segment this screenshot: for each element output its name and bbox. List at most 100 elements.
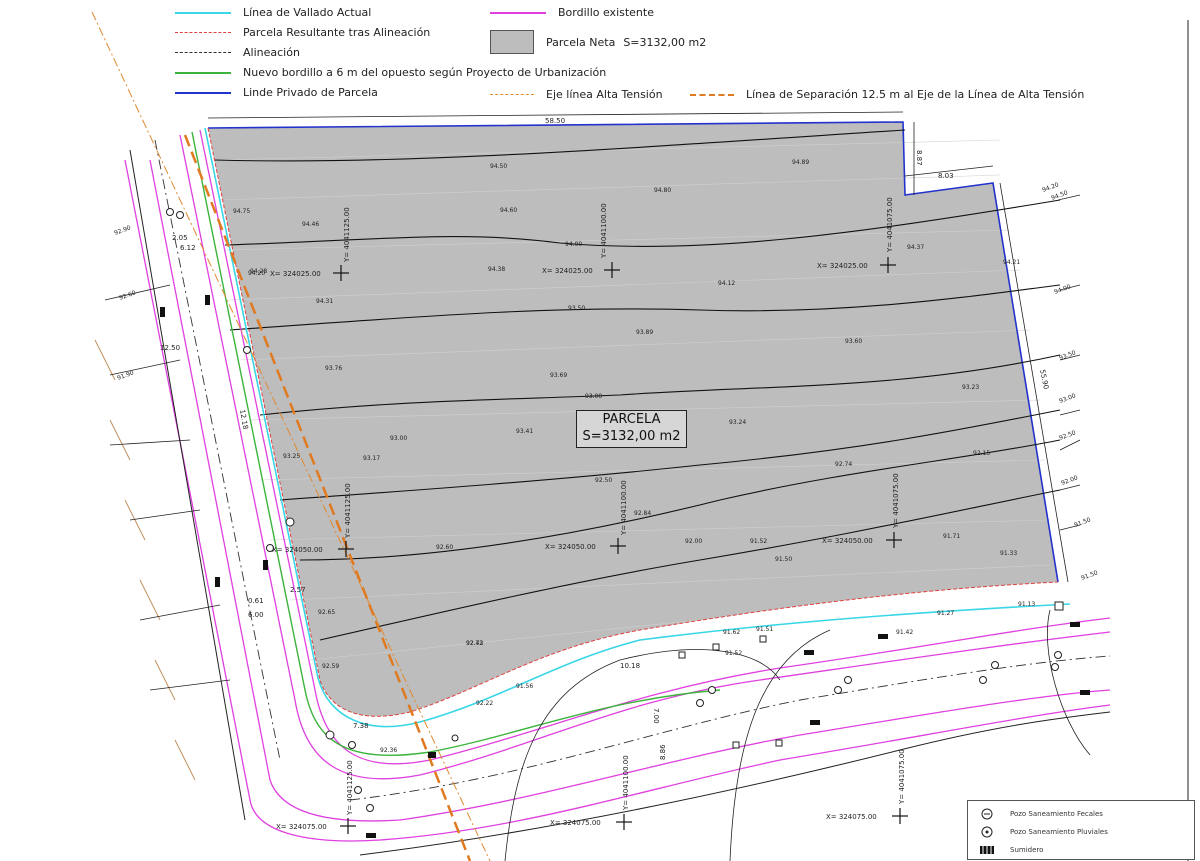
grid-y-label: Y= 4041100.00 — [620, 480, 628, 536]
grid-cross — [892, 808, 908, 824]
grid-x-label: X= 324075.00 — [276, 823, 327, 831]
key-label: Sumidero — [1010, 846, 1044, 854]
grid-x-label: X= 324025.00 — [542, 267, 593, 275]
spot-elevation: 94.38 — [488, 266, 505, 273]
spot-elevation: 93.24 — [729, 419, 746, 426]
spot-elevation: 92.74 — [835, 461, 852, 468]
spot-elevation: 92.59 — [322, 663, 339, 670]
spot-elevation: 92.65 — [318, 609, 335, 616]
symbol-key: Pozo Saneamiento Fecales Pozo Saneamient… — [967, 800, 1195, 860]
level-label: 92.50 — [595, 477, 612, 484]
spot-elevation: 94.31 — [316, 298, 333, 305]
spot-elevation: 92.15 — [973, 450, 990, 457]
spot-elevation: 93.89 — [636, 329, 653, 336]
sumidero-icon — [980, 843, 994, 857]
spot-elevation: 93.76 — [325, 365, 342, 372]
spot-elevation: 92.60 — [436, 544, 453, 551]
spot-elevation: 91.62 — [723, 629, 740, 636]
dim-road-b: 7.00 — [652, 708, 660, 724]
level-label: 92.60 — [118, 289, 137, 302]
spot-elevation: 92.36 — [380, 747, 397, 754]
grid-y-label: Y= 4041100.00 — [600, 203, 608, 259]
level-label: 91.50 — [775, 556, 792, 563]
grid-x-label: X= 324075.00 — [550, 819, 601, 827]
level-label: 92.00 — [685, 538, 702, 545]
parcel-title: PARCELA — [602, 412, 661, 427]
spot-elevation: 94.46 — [302, 221, 319, 228]
spot-elevation: 94.75 — [233, 208, 250, 215]
parcel-area: S=3132,00 m2 — [582, 429, 681, 444]
grid-y-label: Y= 4041125.00 — [343, 207, 351, 263]
grid-y-label: Y= 4041100.00 — [622, 755, 630, 811]
level-label: 94.00 — [565, 241, 582, 248]
dim-road-c: 8.86 — [659, 744, 667, 760]
spot-elevation: 94.80 — [654, 187, 671, 194]
hv-tick-marks — [94, 339, 196, 781]
spot-elevation: 91.52 — [750, 538, 767, 545]
spot-elevation: 91.27 — [937, 610, 954, 617]
level-label: 91.50 — [1073, 516, 1092, 529]
spot-elevation: 92.43 — [466, 640, 483, 647]
level-label: 91.50 — [1080, 569, 1099, 582]
spot-elevation: 91.71 — [943, 533, 960, 540]
dim-left-e: 6.00 — [248, 611, 264, 619]
spot-elevation: 94.37 — [907, 244, 924, 251]
grid-y-label: Y= 4041125.00 — [344, 483, 352, 539]
spot-elevation: 94.21 — [1003, 259, 1020, 266]
key-fecales: Pozo Saneamiento Fecales — [980, 807, 1103, 821]
dim-left-a: 2.05 — [172, 234, 188, 242]
key-label: Pozo Saneamiento Pluviales — [1010, 828, 1108, 836]
level-label: 94.50 — [490, 163, 507, 170]
spot-elevation: 93.25 — [283, 453, 300, 460]
spot-elevation: 93.00 — [390, 435, 407, 442]
key-sumidero: Sumidero — [980, 843, 1043, 857]
grid-y-label: Y= 4041075.00 — [892, 473, 900, 529]
spot-elevation: 93.23 — [962, 384, 979, 391]
spot-elevation: 92.22 — [476, 700, 493, 707]
level-label: 93.50 — [1058, 349, 1077, 362]
spot-elevation: 93.60 — [845, 338, 862, 345]
key-pluviales: Pozo Saneamiento Pluviales — [980, 825, 1108, 839]
key-label: Pozo Saneamiento Fecales — [1010, 810, 1103, 818]
level-label: 93.00 — [1058, 392, 1077, 405]
spot-elevation: 91.42 — [896, 629, 913, 636]
dim-left-b: 6.12 — [180, 244, 196, 252]
parcel-label-box: PARCELA S=3132,00 m2 — [576, 410, 687, 448]
grid-y-label: Y= 4041075.00 — [886, 197, 894, 253]
dim-notch-v: 8.87 — [915, 150, 923, 166]
dim-right: 55.90 — [1038, 369, 1050, 390]
grid-y-label: Y= 4041125.00 — [346, 760, 354, 816]
grid-x-label: X= 324050.00 — [822, 537, 873, 545]
dim-notch-h: 8.03 — [938, 172, 954, 180]
dim-road-a: 10.18 — [620, 662, 640, 670]
spot-elevation: 91.33 — [1000, 550, 1017, 557]
level-label: 92.00 — [1060, 474, 1079, 487]
spot-elevation: 94.20 — [248, 270, 265, 277]
grid-x-label: X= 324075.00 — [826, 813, 877, 821]
grid-y-label: Y= 4041075.00 — [898, 749, 906, 805]
dim-road-e: 2.57 — [290, 586, 306, 594]
level-label: 91.90 — [116, 369, 135, 382]
dim-left-d: 0.61 — [248, 597, 264, 605]
level-label: 92.90 — [113, 224, 132, 237]
spot-elevation: 94.60 — [500, 207, 517, 214]
grid-x-label: X= 324025.00 — [817, 262, 868, 270]
spot-elevation: 94.12 — [718, 280, 735, 287]
grid-x-label: X= 324050.00 — [545, 543, 596, 551]
dim-left-c: 12.50 — [160, 344, 180, 352]
level-label: 92.50 — [1058, 429, 1077, 442]
level-label: 93.50 — [568, 305, 585, 312]
grid-x-label: X= 324025.00 — [270, 270, 321, 278]
dim-corner: 7.38 — [353, 722, 369, 730]
spot-elevation: 92.84 — [634, 510, 651, 517]
spot-elevation: 94.89 — [792, 159, 809, 166]
spot-elevation: 91.52 — [725, 650, 742, 657]
spot-elevation: 91.56 — [516, 683, 533, 690]
fecales-manhole-icon — [980, 807, 994, 821]
grid-x-label: X= 324050.00 — [272, 546, 323, 554]
spot-elevation: 93.69 — [550, 372, 567, 379]
spot-elevation: 93.41 — [516, 428, 533, 435]
spot-elevation: 93.17 — [363, 455, 380, 462]
spot-elevation: 91.13 — [1018, 601, 1035, 608]
grid-cross — [616, 814, 632, 830]
